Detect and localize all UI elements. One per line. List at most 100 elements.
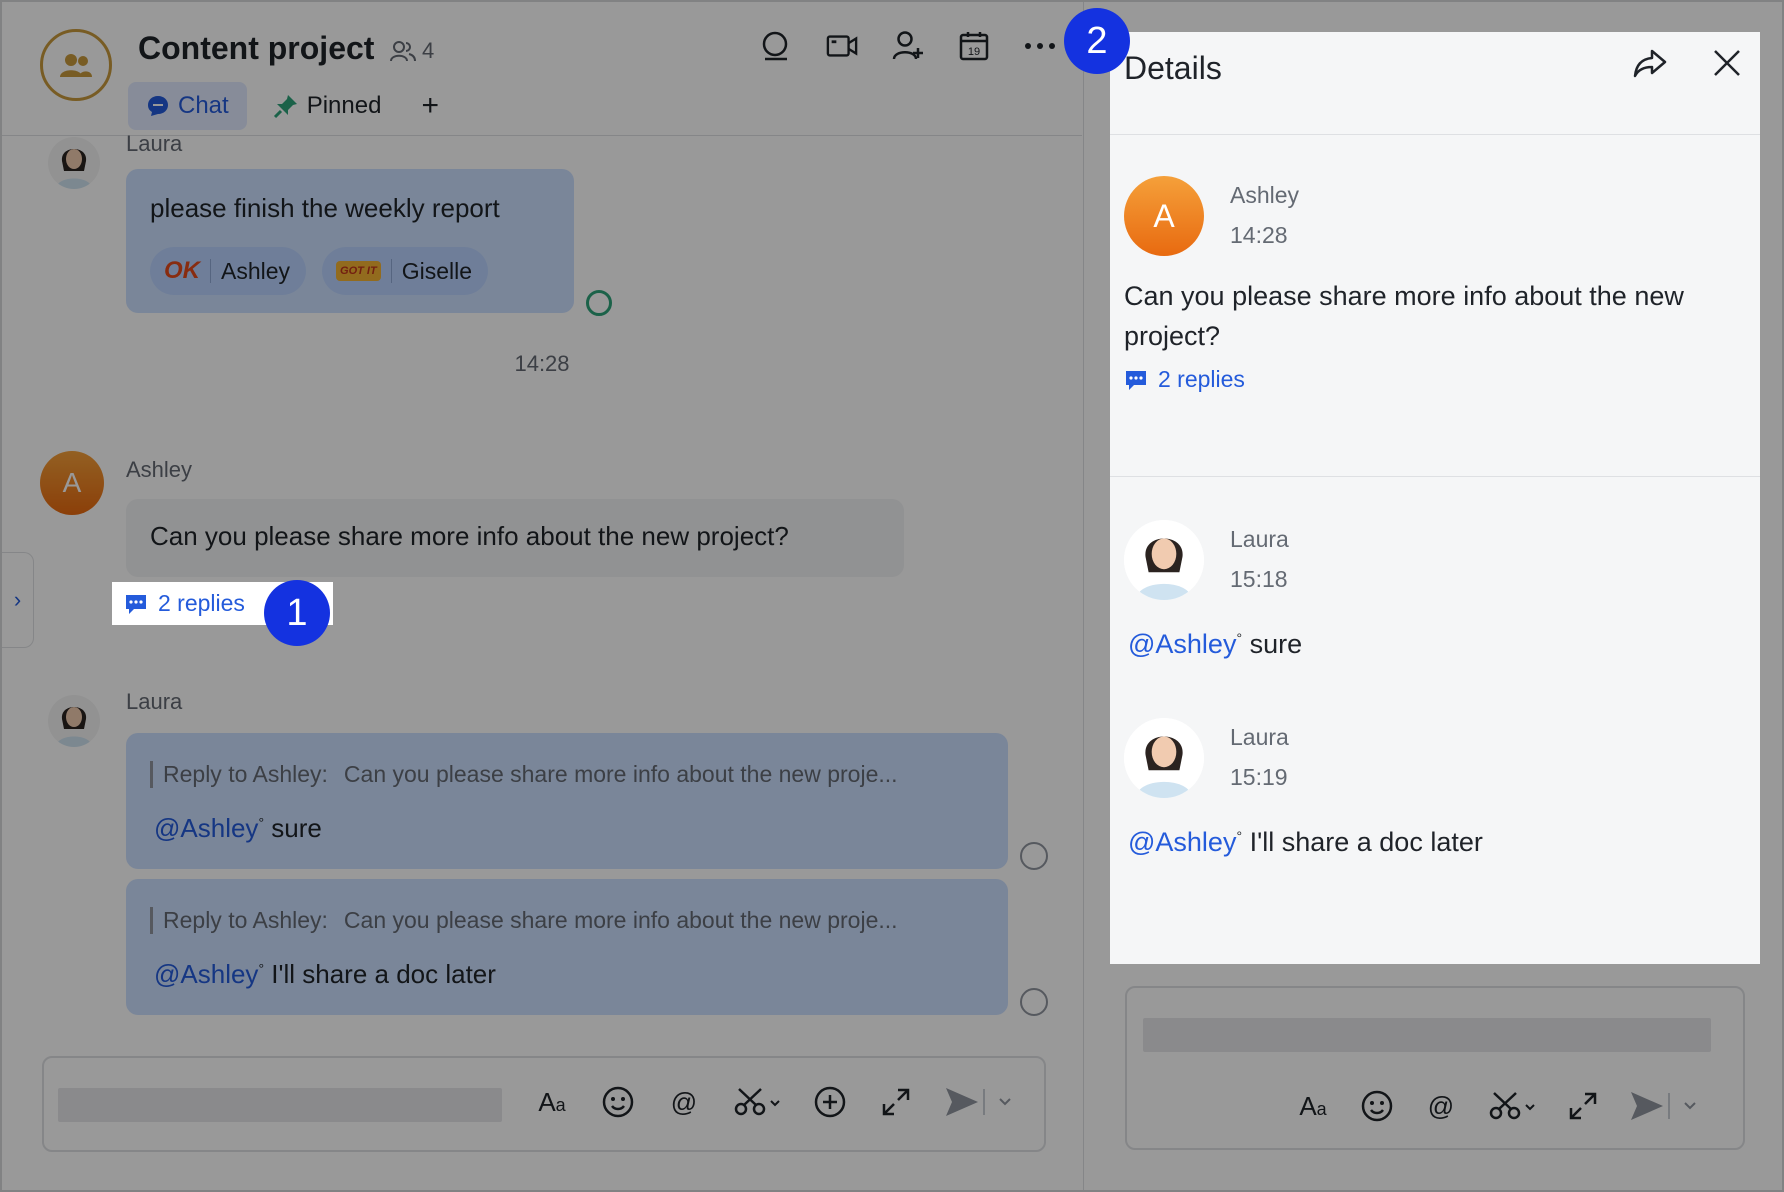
divider — [1110, 476, 1760, 477]
mention-mark: ° — [1236, 828, 1243, 844]
format-icon: Aa — [538, 1086, 566, 1117]
close-button[interactable] — [1712, 48, 1742, 85]
reaction-ok[interactable]: OK Ashley — [150, 247, 307, 295]
message-text: I'll share a doc later — [271, 959, 496, 989]
video-call-button[interactable] — [826, 30, 858, 62]
member-count[interactable]: 4 — [390, 38, 434, 64]
mention-button[interactable]: @ — [666, 1082, 702, 1122]
person-avatar-icon — [1124, 520, 1204, 600]
expand-button[interactable] — [878, 1082, 914, 1122]
avatar-laura[interactable] — [1124, 718, 1204, 798]
share-button[interactable] — [1632, 48, 1668, 85]
mention-icon: @ — [670, 1086, 698, 1117]
mention-link[interactable]: @Ashley — [154, 959, 258, 989]
mention-icon: @ — [1427, 1090, 1455, 1121]
members-icon — [390, 41, 416, 62]
mention-button[interactable]: @ — [1423, 1086, 1459, 1126]
avatar-ashley[interactable]: A — [40, 451, 104, 515]
message-text: please finish the weekly report — [150, 193, 500, 223]
message-text: sure — [1249, 629, 1303, 659]
thread-composer-toolbar: Aa @ — [1295, 1086, 1699, 1126]
tab-chat[interactable]: Chat — [128, 82, 247, 130]
quote-text: Can you please share more info about the… — [343, 907, 898, 933]
read-status-icon — [1020, 988, 1048, 1016]
send-button[interactable] — [1629, 1086, 1699, 1126]
emoji-button[interactable] — [1359, 1086, 1395, 1126]
chat-bubble-icon — [148, 96, 168, 116]
reply-bubble[interactable]: Reply to Ashley: Can you please share mo… — [126, 879, 1008, 1015]
replies-count: 2 replies — [158, 590, 245, 616]
reply-content: @Ashley° I'll share a doc later — [1128, 816, 1483, 862]
reply-quote[interactable]: Reply to Ashley: Can you please share mo… — [150, 907, 980, 934]
details-title: Details — [1124, 50, 1222, 86]
emoji-button[interactable] — [600, 1082, 636, 1122]
expand-button[interactable] — [1565, 1086, 1601, 1126]
callout-badge-1: 1 — [264, 580, 330, 646]
message-input[interactable] — [58, 1088, 502, 1122]
root-message-text: Can you please share more info about the… — [1124, 281, 1684, 351]
format-button[interactable]: Aa — [1295, 1086, 1331, 1126]
mention-link[interactable]: @Ashley — [1128, 827, 1236, 857]
ok-sticker-icon: OK — [164, 257, 200, 284]
time-divider: 14:28 — [514, 351, 570, 376]
chevron-right-icon: › — [13, 587, 22, 612]
sender-name: Ashley — [1230, 182, 1300, 208]
search-icon — [762, 31, 788, 61]
thread-composer: Aa @ — [1125, 986, 1745, 1150]
message-text: I'll share a doc later — [1249, 827, 1483, 857]
emoji-icon — [602, 1086, 634, 1118]
screenshot-button[interactable] — [1487, 1086, 1537, 1126]
reply-bubble[interactable]: Reply to Ashley: Can you please share mo… — [126, 733, 1008, 869]
message-bubble[interactable]: Can you please share more info about the… — [126, 499, 904, 577]
person-avatar-icon — [48, 137, 100, 189]
quote-label: Reply to Ashley: — [163, 907, 328, 933]
avatar-laura[interactable] — [48, 137, 100, 189]
format-button[interactable]: Aa — [534, 1082, 570, 1122]
chat-header: Content project 4 Chat Pinned + 19 — [2, 2, 1082, 136]
message-bubble[interactable]: please finish the weekly report OK Ashle… — [126, 169, 574, 313]
callout-badge-2: 2 — [1064, 8, 1130, 74]
group-avatar[interactable] — [40, 29, 112, 101]
screenshot-button[interactable] — [732, 1082, 782, 1122]
mention-link[interactable]: @Ashley — [1128, 629, 1236, 659]
add-button[interactable] — [812, 1082, 848, 1122]
tab-pinned[interactable]: Pinned — [255, 82, 400, 130]
search-button[interactable] — [760, 30, 792, 62]
send-button[interactable] — [944, 1082, 1014, 1122]
reaction-divider — [210, 259, 211, 283]
message-text: sure — [271, 813, 322, 843]
sender-name: Laura — [126, 131, 183, 156]
tab-chat-label: Chat — [178, 92, 229, 119]
close-icon — [1714, 50, 1740, 76]
reply-quote[interactable]: Reply to Ashley: Can you please share mo… — [150, 761, 980, 788]
message-status-icon — [586, 290, 612, 316]
thread-details-panel: Details A Ashley 14:28 Can you please sh… — [1110, 32, 1760, 964]
calendar-button[interactable]: 19 — [958, 30, 990, 62]
reply-content: @Ashley° sure — [154, 813, 322, 844]
add-tab-button[interactable]: + — [407, 82, 453, 130]
mention-mark: ° — [258, 814, 265, 831]
mention-link[interactable]: @Ashley — [154, 813, 258, 843]
add-member-icon — [892, 31, 923, 60]
add-icon — [814, 1086, 846, 1118]
thread-replies-link[interactable]: 2 replies — [1124, 366, 1245, 393]
sender-name: Laura — [1230, 526, 1289, 552]
chat-title[interactable]: Content project — [138, 30, 374, 67]
avatar-laura[interactable] — [1124, 520, 1204, 600]
tab-pinned-label: Pinned — [306, 92, 382, 119]
thread-input[interactable] — [1143, 1018, 1711, 1052]
add-member-button[interactable] — [892, 30, 924, 62]
expand-icon — [1569, 1092, 1597, 1120]
share-icon — [1633, 49, 1667, 78]
pin-icon — [273, 95, 297, 119]
divider — [1110, 134, 1760, 135]
expand-sidebar-button[interactable]: › — [2, 552, 34, 648]
reaction-got-it[interactable]: GOT IT Giselle — [322, 247, 489, 295]
avatar-ashley[interactable]: A — [1124, 176, 1204, 256]
group-icon — [60, 54, 92, 77]
screenshot-icon — [734, 1088, 780, 1116]
avatar-laura[interactable] — [48, 695, 100, 747]
comment-icon — [1126, 370, 1146, 390]
mention-mark: ° — [1236, 630, 1243, 646]
more-button[interactable] — [1024, 30, 1056, 62]
